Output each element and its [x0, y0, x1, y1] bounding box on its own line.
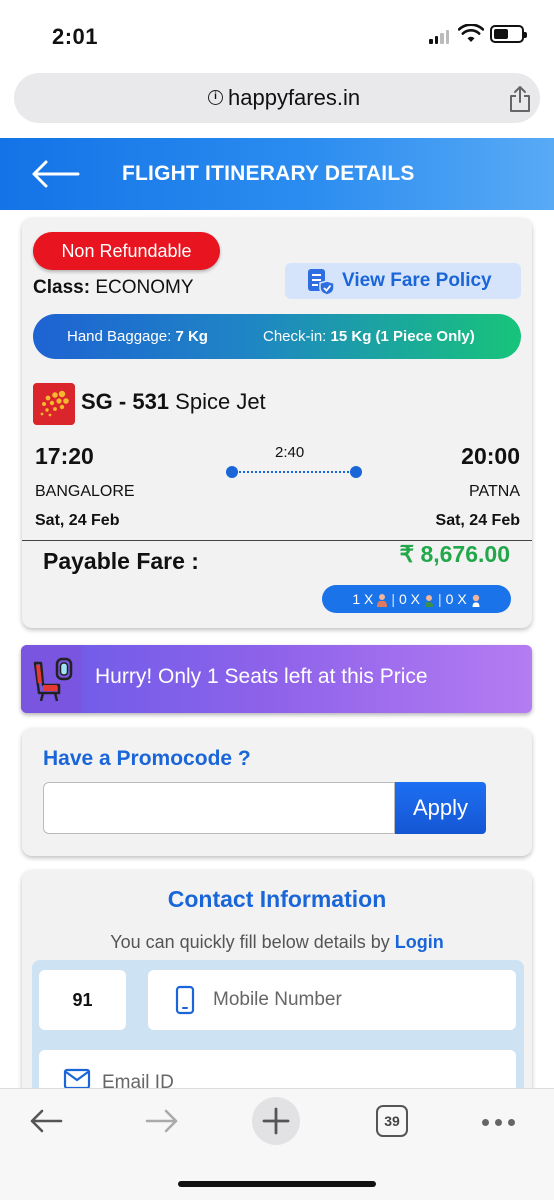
share-icon[interactable]: [508, 85, 532, 113]
site-info-icon[interactable]: i: [208, 90, 223, 105]
mobile-number-placeholder: Mobile Number: [213, 989, 342, 1010]
arrival-time: 20:00: [461, 443, 520, 469]
seats-left-alert: Hurry! Only 1 Seats left at this Price: [21, 645, 532, 713]
hand-baggage: Hand Baggage: 7 Kg: [67, 328, 208, 345]
child-count: 0 X: [398, 591, 420, 607]
refund-status-badge: Non Refundable: [33, 232, 220, 270]
itinerary-card: Non Refundable Class: ECONOMY View Fare …: [22, 218, 532, 628]
checkin-label: Check-in:: [263, 328, 327, 345]
flight-number: SG - 531 Spice Jet: [81, 389, 266, 415]
apply-promocode-button[interactable]: Apply: [395, 782, 486, 834]
page-title: FLIGHT ITINERARY DETAILS: [122, 162, 415, 185]
contact-subtext-label: You can quickly fill below details by: [110, 932, 390, 952]
seats-left-text: Hurry! Only 1 Seats left at this Price: [95, 665, 428, 688]
wifi-icon: [458, 24, 484, 42]
battery-icon: [490, 25, 527, 43]
arrival-date: Sat, 24 Feb: [435, 512, 520, 529]
seat-icon: [33, 657, 73, 702]
passenger-count-badge: 1 X | 0 X | 0 X: [322, 585, 511, 613]
arrival-city: PATNA: [469, 483, 520, 500]
view-fare-policy-button[interactable]: View Fare Policy: [285, 263, 521, 299]
status-time: 2:01: [52, 24, 99, 49]
promocode-input[interactable]: [43, 782, 395, 834]
fare-policy-label: View Fare Policy: [342, 270, 492, 291]
contact-info-card: Contact Information You can quickly fill…: [22, 870, 532, 1110]
flight-code: SG - 531: [81, 389, 170, 414]
mobile-number-field[interactable]: Mobile Number: [148, 970, 516, 1030]
route-end-dot: [350, 466, 362, 478]
status-bar: 2:01: [0, 0, 554, 68]
route-line: [226, 466, 362, 478]
browser-forward-icon[interactable]: [144, 1107, 180, 1135]
fare-policy-icon: [308, 269, 335, 296]
infant-count: 0 X: [445, 591, 467, 607]
airline-name: Spice Jet: [175, 389, 266, 414]
hand-baggage-value: 7 Kg: [175, 328, 208, 345]
more-options-icon[interactable]: [482, 1119, 515, 1126]
route-dotted-line: [236, 471, 352, 473]
adult-icon: [377, 594, 388, 607]
class-info: Class: ECONOMY: [33, 277, 194, 299]
tab-switcher-button[interactable]: 39: [376, 1105, 408, 1137]
promocode-heading: Have a Promocode ?: [43, 747, 251, 770]
departure-time: 17:20: [35, 443, 94, 469]
departure-city: BANGALORE: [35, 483, 135, 500]
new-tab-button[interactable]: [252, 1097, 300, 1145]
plus-icon: [262, 1107, 290, 1135]
child-icon: [425, 595, 433, 607]
payable-fare-label: Payable Fare :: [43, 548, 199, 574]
address-bar[interactable]: i happyfares.in: [14, 73, 540, 123]
contact-form-panel: 91 Mobile Number Email ID: [32, 960, 524, 1110]
back-arrow-icon[interactable]: [30, 158, 80, 190]
url-text[interactable]: happyfares.in: [228, 85, 360, 111]
checkin-baggage: Check-in: 15 Kg (1 Piece Only): [263, 328, 475, 345]
payable-fare-amount: ₹ 8,676.00: [399, 541, 510, 567]
contact-subtext: You can quickly fill below details by Lo…: [22, 932, 532, 953]
contact-heading: Contact Information: [167, 886, 387, 912]
cellular-signal-icon: [429, 28, 449, 44]
page-header: FLIGHT ITINERARY DETAILS: [0, 138, 554, 210]
mobile-phone-icon: [175, 985, 195, 1015]
class-label: Class:: [33, 277, 91, 298]
class-value: ECONOMY: [95, 277, 194, 298]
browser-toolbar: 39: [0, 1088, 554, 1200]
flight-duration: 2:40: [275, 444, 305, 461]
spicejet-logo-icon: [33, 383, 75, 425]
departure-date: Sat, 24 Feb: [35, 512, 120, 529]
baggage-info-bar: Hand Baggage: 7 Kg Check-in: 15 Kg (1 Pi…: [33, 314, 521, 359]
hand-baggage-label: Hand Baggage:: [67, 328, 172, 345]
country-code-field[interactable]: 91: [39, 970, 126, 1030]
seat-icon-box: [21, 645, 81, 713]
email-icon: [63, 1068, 91, 1090]
browser-back-icon[interactable]: [28, 1107, 64, 1135]
login-link[interactable]: Login: [395, 932, 444, 952]
checkin-value: 15 Kg (1 Piece Only): [330, 328, 475, 345]
home-indicator: [178, 1181, 376, 1187]
infant-icon: [472, 594, 480, 607]
promocode-card: Have a Promocode ? Apply: [22, 728, 532, 856]
adult-count: 1 X: [352, 591, 374, 607]
